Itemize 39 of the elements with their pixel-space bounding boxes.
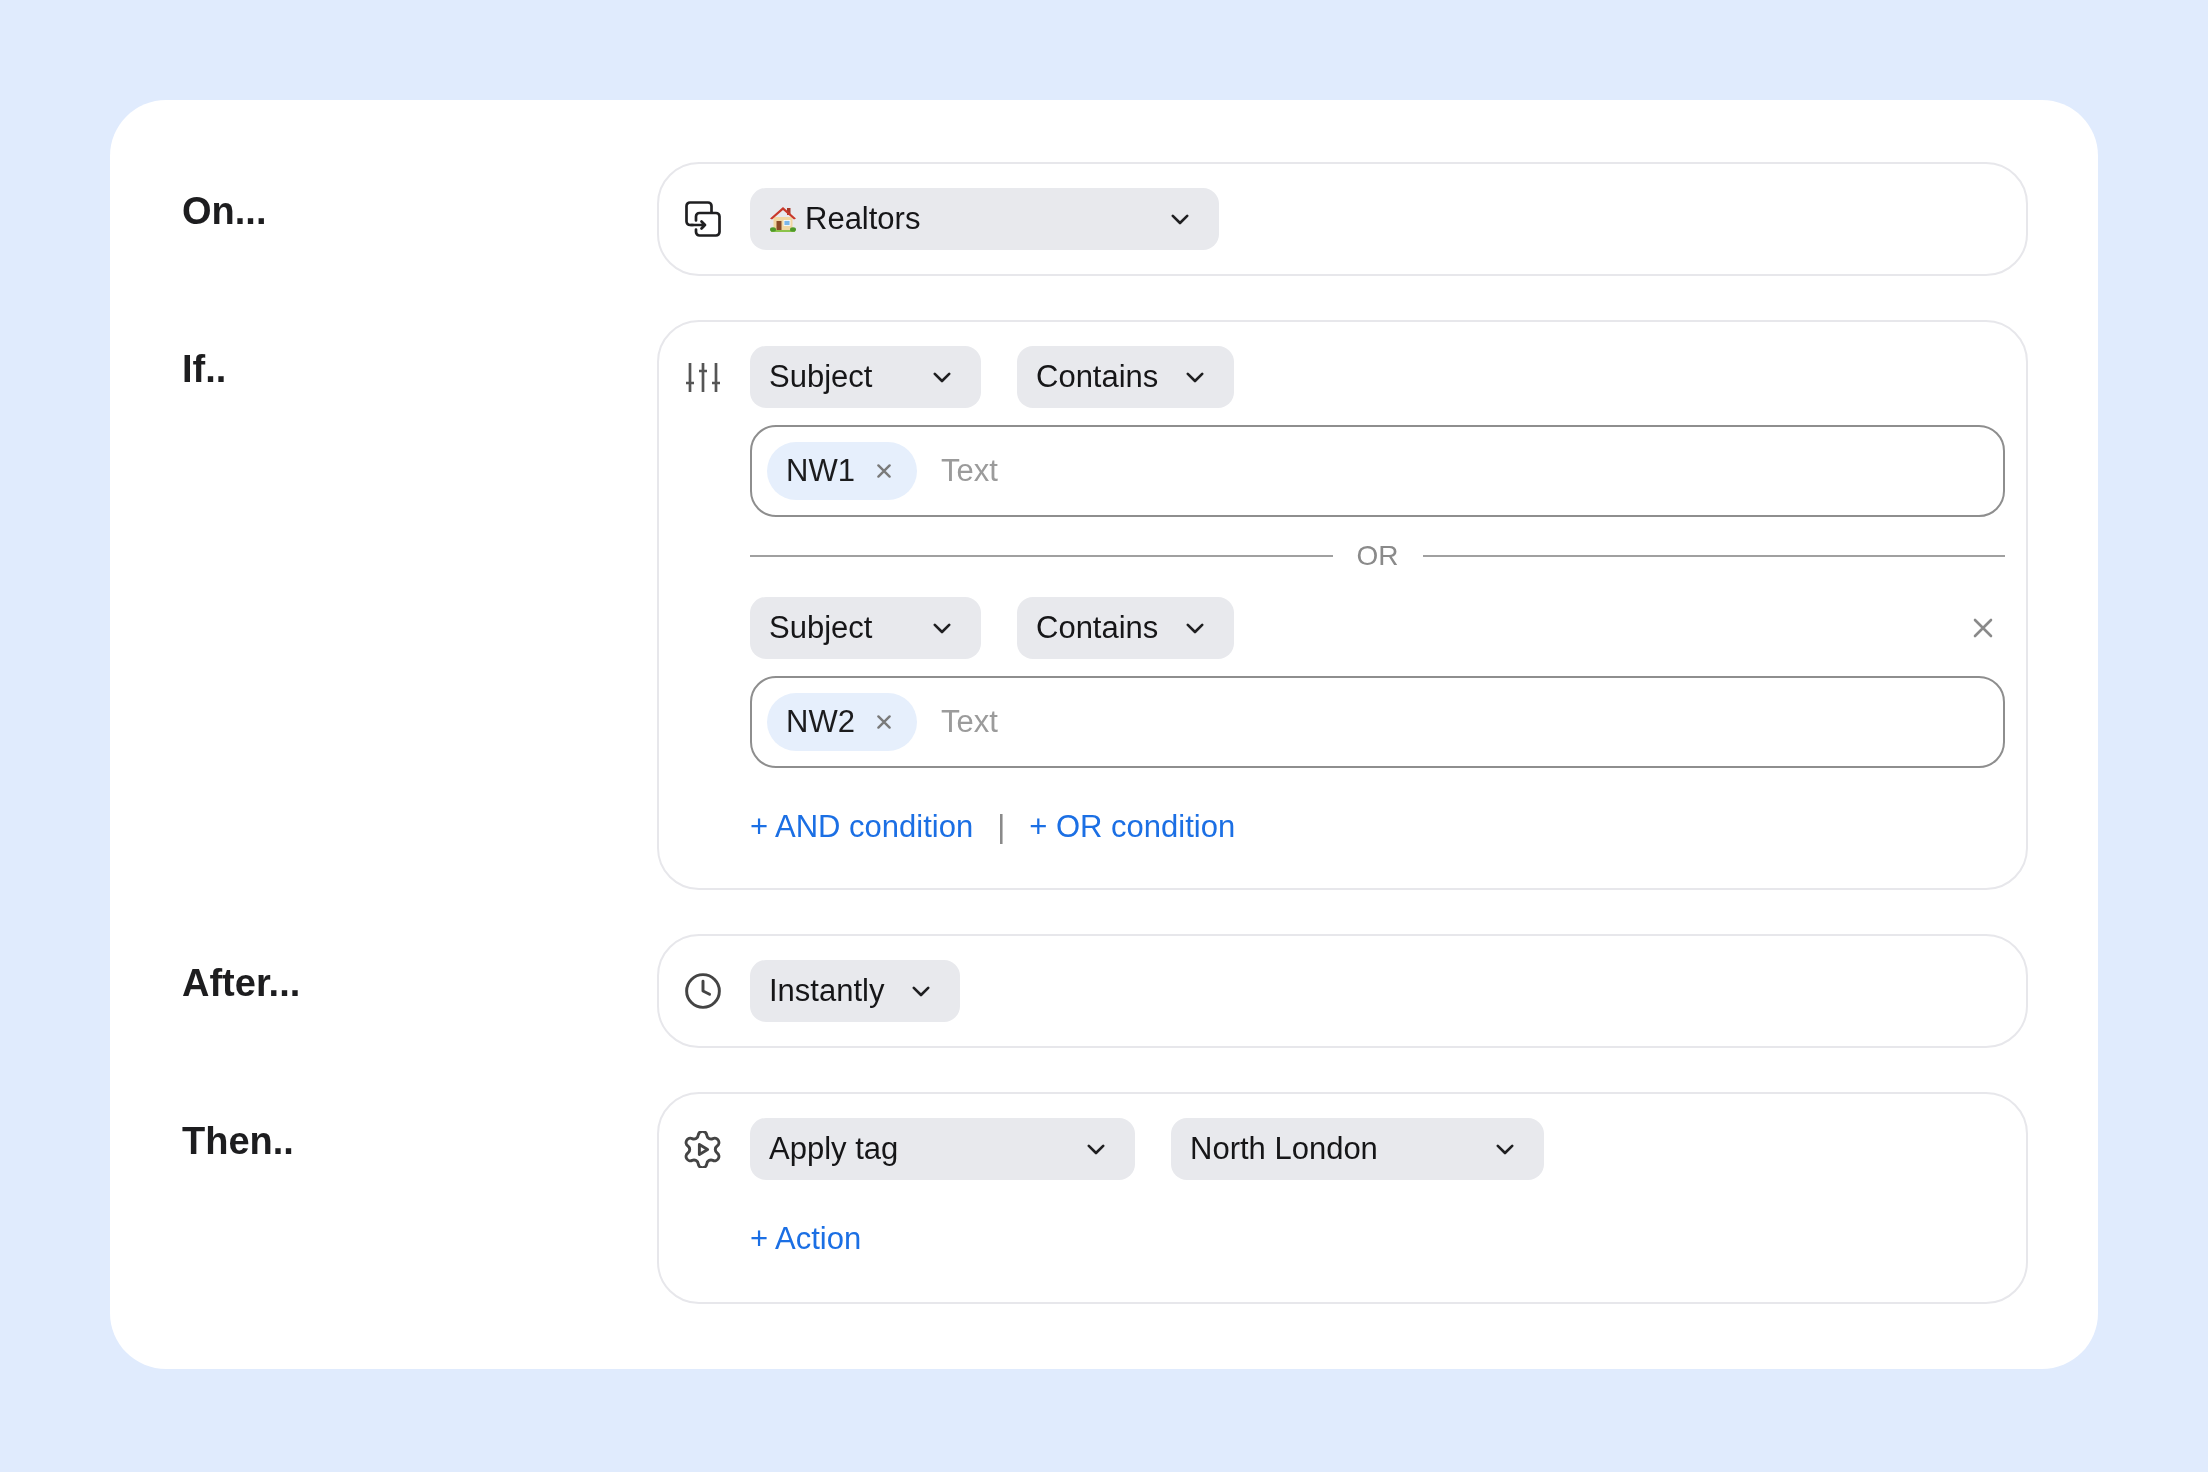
chevron-down-icon	[1186, 622, 1205, 634]
text-input[interactable]: Text	[940, 449, 1988, 493]
chevron-down-icon	[1171, 213, 1189, 225]
tag-label: NW1	[786, 453, 855, 489]
gear-play-icon	[684, 1130, 721, 1168]
field-dropdown[interactable]: Subject	[750, 346, 981, 408]
link-divider: |	[997, 809, 1006, 845]
remove-tag-icon[interactable]	[876, 715, 891, 729]
house-icon	[769, 205, 797, 233]
field-dropdown[interactable]: Subject	[750, 597, 981, 659]
tag-label: NW2	[786, 704, 855, 740]
trigger-dropdown[interactable]: Realtors	[750, 188, 1219, 250]
tag-input-field[interactable]: NW1 Text	[750, 425, 2005, 517]
text-input[interactable]: Text	[940, 700, 1988, 744]
sliders-icon	[684, 361, 721, 393]
close-icon[interactable]	[1973, 618, 1993, 638]
section-label: On...	[182, 189, 267, 234]
squares-arrow-icon	[684, 201, 721, 237]
tag-input-field[interactable]: NW2 Text	[750, 676, 2005, 768]
add-action-link[interactable]: + Action	[750, 1221, 862, 1257]
chevron-down-icon	[933, 371, 951, 383]
section-label: Then..	[182, 1119, 294, 1164]
operator-dropdown[interactable]: Contains	[1017, 346, 1235, 408]
value-dropdown[interactable]: North London	[1171, 1118, 1544, 1180]
chevron-down-icon	[912, 985, 931, 997]
add-condition-link[interactable]: + OR condition	[1029, 809, 1236, 845]
clock-icon	[684, 973, 721, 1009]
operator-dropdown[interactable]: Contains	[1017, 597, 1235, 659]
chevron-down-icon	[933, 622, 951, 634]
remove-tag-icon[interactable]	[876, 464, 891, 478]
section-label: If..	[182, 347, 227, 392]
separator-label: OR	[1356, 540, 1399, 572]
chevron-down-icon	[1186, 371, 1205, 383]
chevron-down-icon	[1496, 1143, 1514, 1155]
action-dropdown[interactable]: Apply tag	[750, 1118, 1135, 1180]
delay-dropdown[interactable]: Instantly	[750, 960, 961, 1022]
add-condition-link[interactable]: + AND condition	[750, 809, 974, 845]
section-label: After...	[182, 961, 301, 1006]
chevron-down-icon	[1087, 1143, 1105, 1155]
